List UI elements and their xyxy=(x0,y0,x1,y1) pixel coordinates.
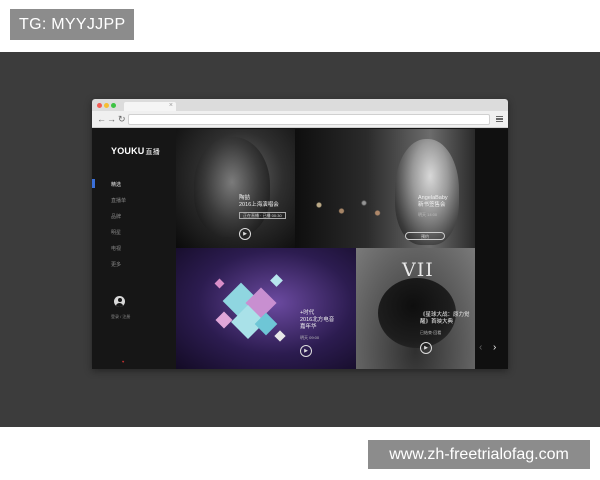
browser-menu-icon[interactable] xyxy=(496,116,503,122)
live-tile-premiere[interactable]: VII 《星球大战：原力觉 醒》首映大典 已结束·回看 ▶ xyxy=(356,248,475,369)
tile-title: 陶喆 xyxy=(239,195,251,201)
website-url-text: www.zh-freetrialofag.com xyxy=(389,446,569,463)
sidebar-item-tv[interactable]: 电视 xyxy=(111,245,121,252)
address-bar: ← → ↻ xyxy=(92,111,508,128)
cube-artwork xyxy=(214,270,294,350)
city-lights-background xyxy=(301,189,391,229)
forward-icon[interactable]: → xyxy=(107,114,116,124)
back-icon[interactable]: ← xyxy=(97,114,106,124)
browser-window: × ← → ↻ YOUKU直播 精选 直播单 品牌 明星 电视 更多 登录 / … xyxy=(92,99,508,369)
heart-icon: ♥ xyxy=(122,359,125,364)
right-edge-panel: ‹ › xyxy=(475,129,508,369)
appointment-button[interactable]: 预约 xyxy=(405,232,445,240)
artist-portrait xyxy=(194,137,270,237)
sidebar-item-stars[interactable]: 明星 xyxy=(111,229,121,236)
tile-status: 已结束·回看 xyxy=(420,330,442,335)
close-window-icon[interactable] xyxy=(97,103,102,108)
next-arrow-icon[interactable]: › xyxy=(493,343,496,353)
sidebar: YOUKU直播 精选 直播单 品牌 明星 电视 更多 登录 / 注册 ♥ xyxy=(92,129,176,369)
user-avatar-icon[interactable] xyxy=(114,296,125,307)
login-link[interactable]: 登录 / 注册 xyxy=(111,314,130,320)
tile-subtitle: 新书签售会 xyxy=(418,202,446,208)
active-indicator xyxy=(92,179,95,188)
celebrity-portrait xyxy=(395,139,459,245)
tile-subtitle: 醒》首映大典 xyxy=(420,319,454,325)
tile-subtitle: 2016北方电音 xyxy=(300,317,335,323)
tile-title: +时代 xyxy=(300,310,315,316)
browser-tab[interactable]: × xyxy=(124,102,176,111)
tile-date: 明天 14:00 xyxy=(418,212,438,217)
play-button[interactable]: ▶ xyxy=(300,345,312,357)
maximize-window-icon[interactable] xyxy=(111,103,116,108)
tile-title: 《星球大战：原力觉 xyxy=(420,312,470,318)
live-badge: 正在直播 · 已播 00:30 xyxy=(239,212,286,219)
sidebar-item-more[interactable]: 更多 xyxy=(111,261,121,268)
tab-close-icon[interactable]: × xyxy=(169,102,173,110)
live-tile-book-signing[interactable]: AngelaBaby 新书签售会 明天 14:00 预约 xyxy=(295,129,475,248)
logo-sub-text: 直播 xyxy=(145,149,160,156)
tile-title: AngelaBaby xyxy=(418,195,448,201)
prev-arrow-icon[interactable]: ‹ xyxy=(479,343,482,353)
live-tile-concert[interactable]: 陶喆 2016上海演唱会 正在直播 · 已播 00:30 ▶ xyxy=(176,129,295,248)
url-input[interactable] xyxy=(128,114,490,125)
play-button[interactable]: ▶ xyxy=(420,342,432,354)
sidebar-item-brand[interactable]: 品牌 xyxy=(111,213,121,220)
minimize-window-icon[interactable] xyxy=(104,103,109,108)
tile-subtitle-2: 嘉年华 xyxy=(300,324,317,330)
telegram-tag-text: TG: MYYJJPP xyxy=(19,16,126,33)
website-url-tag: www.zh-freetrialofag.com xyxy=(368,440,590,469)
tile-subtitle: 2016上海演唱会 xyxy=(239,202,279,208)
logo-text: YOUKU xyxy=(111,146,145,156)
reload-icon[interactable]: ↻ xyxy=(118,114,126,124)
sidebar-item-schedule[interactable]: 直播单 xyxy=(111,197,126,204)
telegram-tag: TG: MYYJJPP xyxy=(10,9,134,40)
play-button[interactable]: ▶ xyxy=(239,228,251,240)
live-tile-music-festival[interactable]: +时代 2016北方电音 嘉年华 明天 09:00 ▶ xyxy=(176,248,356,369)
tile-date: 明天 09:00 xyxy=(300,335,320,340)
youku-logo[interactable]: YOUKU直播 xyxy=(111,146,160,157)
sidebar-item-featured[interactable]: 精选 xyxy=(111,181,121,188)
browser-titlebar: × xyxy=(92,99,508,111)
